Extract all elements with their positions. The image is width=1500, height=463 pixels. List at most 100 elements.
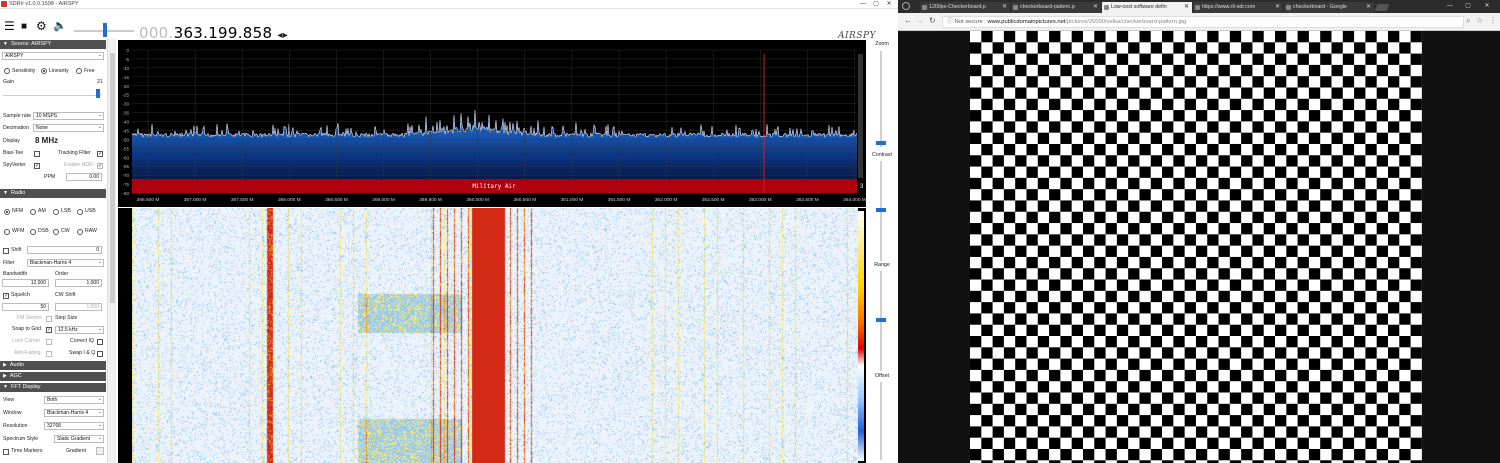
squelch-input[interactable]: 50 xyxy=(2,303,49,311)
browser-menu-icon[interactable] xyxy=(902,2,910,10)
decimation-select[interactable]: None xyxy=(33,124,104,132)
squelch-checkbox[interactable]: ✓ xyxy=(3,293,9,299)
cw-shift-input[interactable]: 1,000 xyxy=(55,303,102,311)
scrollbar-thumb[interactable] xyxy=(110,53,115,303)
sensitivity-radio[interactable] xyxy=(4,68,10,74)
squelch-label: Squelch xyxy=(11,292,30,298)
waterfall-canvas[interactable] xyxy=(132,208,858,463)
menu-icon[interactable]: ☰ xyxy=(4,20,15,32)
gear-icon[interactable]: ⚙ xyxy=(36,20,47,32)
tab-close-icon[interactable]: ✕ xyxy=(1184,2,1189,13)
sdr-window: SDR# v1.0.0.1598 - AIRSPY — ▢ ✕ ☰ ■ ⚙ 🔈 … xyxy=(0,0,898,463)
lock-carrier-checkbox[interactable] xyxy=(46,339,52,345)
search-icon[interactable]: ⌕ xyxy=(1466,16,1470,26)
enable-hdr-checkbox[interactable]: ✓ xyxy=(97,163,103,169)
gain-slider[interactable] xyxy=(3,95,101,96)
browser-maximize-icon[interactable]: ▢ xyxy=(1459,2,1477,11)
left-panel-scrollbar[interactable] xyxy=(107,39,116,463)
offset-slider[interactable] xyxy=(880,382,882,460)
zoom-slider-thumb[interactable] xyxy=(876,141,886,145)
gradient-button[interactable] xyxy=(96,447,104,455)
tab-google-search[interactable]: checkerboard - Google ✕ xyxy=(1284,2,1374,13)
am-radio[interactable] xyxy=(30,209,36,215)
info-icon[interactable]: ⓘ xyxy=(947,19,953,25)
fft-section-header[interactable]: ▼ FFT Display xyxy=(0,383,106,392)
band-label: Military Air xyxy=(472,183,516,190)
audio-section-header[interactable]: ▶ Audio xyxy=(0,361,106,370)
forward-icon[interactable]: → xyxy=(916,16,924,26)
spectrum-analyzer[interactable]: 0 -5 -10 -15 -20 -25 -30 -35 -40 -45 -50 -55 -60 -65 -… xyxy=(118,40,866,207)
window-select[interactable]: Blackman-Harris 4 xyxy=(44,409,104,417)
order-input[interactable]: 1,000 xyxy=(55,279,102,287)
free-radio[interactable] xyxy=(76,68,82,74)
bandwidth-input[interactable]: 12,000 xyxy=(2,279,49,287)
cw-radio[interactable] xyxy=(53,229,59,235)
spectrum-plot[interactable]: 0 -5 -10 -15 -20 -25 -30 -35 -40 -45 -50 -55 -60 -65 -… xyxy=(118,40,866,207)
source-section-header[interactable]: ▼ Source: AIRSPY xyxy=(0,40,106,49)
fm-stereo-checkbox[interactable] xyxy=(46,316,52,322)
tab-rtl-sdr[interactable]: https://www.rtl-sdr.com ✕ xyxy=(1193,2,1283,13)
collapse-icon: ▼ xyxy=(3,190,8,196)
dsb-radio[interactable] xyxy=(30,229,36,235)
spyverter-checkbox[interactable]: ✓ xyxy=(34,163,40,169)
reload-icon[interactable]: ↻ xyxy=(929,16,936,26)
tracking-filter-checkbox[interactable]: ✓ xyxy=(97,151,103,157)
waterfall[interactable] xyxy=(118,208,866,463)
sample-rate-select[interactable]: 10 MSPS xyxy=(33,112,104,120)
snap-to-grid-checkbox[interactable]: ✓ xyxy=(46,327,52,333)
nfm-radio[interactable] xyxy=(4,209,10,215)
volume-slider-thumb[interactable] xyxy=(103,23,107,37)
app-icon xyxy=(1,1,7,7)
wfm-radio[interactable] xyxy=(4,229,10,235)
spectrum-style-select[interactable]: Static Gradient xyxy=(54,435,104,443)
tab-close-icon[interactable]: ✕ xyxy=(1366,2,1371,13)
view-select[interactable]: Both xyxy=(44,396,104,404)
tab-close-icon[interactable]: ✕ xyxy=(1002,2,1007,13)
browser-minimize-icon[interactable]: — xyxy=(1441,2,1459,11)
zoom-slider[interactable] xyxy=(880,51,882,147)
order-label: Order xyxy=(55,271,69,277)
more-menu-icon[interactable]: ⋮ xyxy=(1489,16,1497,25)
resolution-select[interactable]: 32768 xyxy=(44,422,104,430)
raw-radio[interactable] xyxy=(77,229,83,235)
db-tick-label: -45 xyxy=(122,128,129,133)
usb-radio[interactable] xyxy=(77,209,83,215)
db-tick-label: -5 xyxy=(125,57,129,62)
correct-iq-checkbox[interactable] xyxy=(97,339,103,345)
bias-tee-checkbox[interactable] xyxy=(34,151,40,157)
ppm-input[interactable]: 0.00 xyxy=(66,173,102,181)
gain-slider-thumb[interactable] xyxy=(96,89,100,98)
linearity-radio[interactable] xyxy=(41,68,47,74)
filter-select[interactable]: Blackman-Harris 4 xyxy=(27,259,104,267)
radio-section-header[interactable]: ▼ Radio xyxy=(0,189,106,198)
free-label: Free xyxy=(84,68,95,74)
device-select[interactable]: AIRSPY xyxy=(2,52,104,60)
tab-low-cost-sdr[interactable]: Low-cost software defin ✕ xyxy=(1102,2,1192,13)
gain-value: 21 xyxy=(97,79,103,85)
time-markers-checkbox[interactable] xyxy=(3,449,9,455)
tab-1200px-checkerboard[interactable]: 1200px-Checkerboard.p ✕ xyxy=(920,2,1010,13)
agc-section-header[interactable]: ▶ AGC xyxy=(0,372,106,381)
url-field[interactable]: ⓘ Not secure | www.publicdomainpictures.… xyxy=(942,16,1464,28)
shift-checkbox[interactable] xyxy=(3,248,9,254)
close-icon[interactable]: ✕ xyxy=(880,0,898,9)
swap-iq-label: Swap I & Q xyxy=(69,350,96,356)
anti-fading-checkbox[interactable] xyxy=(46,351,52,357)
tab-checkerboard-pattern[interactable]: checkerboard-pattern.p ✕ xyxy=(1011,2,1101,13)
speaker-icon[interactable]: 🔈 xyxy=(53,20,67,32)
spectrum-scrollbar[interactable] xyxy=(858,54,863,178)
shift-input[interactable]: 0 xyxy=(27,246,102,254)
lsb-radio[interactable] xyxy=(53,209,59,215)
step-size-select[interactable]: 12.5 kHz xyxy=(55,326,104,334)
contrast-slider-thumb[interactable] xyxy=(876,208,886,212)
new-tab-button[interactable] xyxy=(1374,4,1390,11)
bookmark-star-icon[interactable]: ☆ xyxy=(1476,16,1483,25)
swap-iq-checkbox[interactable] xyxy=(97,351,103,357)
browser-close-icon[interactable]: ✕ xyxy=(1478,2,1496,11)
tab-close-icon[interactable]: ✕ xyxy=(1093,2,1098,13)
db-tick-label: -50 xyxy=(122,137,129,142)
stop-icon[interactable]: ■ xyxy=(21,21,27,33)
back-icon[interactable]: ← xyxy=(904,16,912,26)
tab-close-icon[interactable]: ✕ xyxy=(1275,2,1280,13)
range-slider-thumb[interactable] xyxy=(876,318,886,322)
